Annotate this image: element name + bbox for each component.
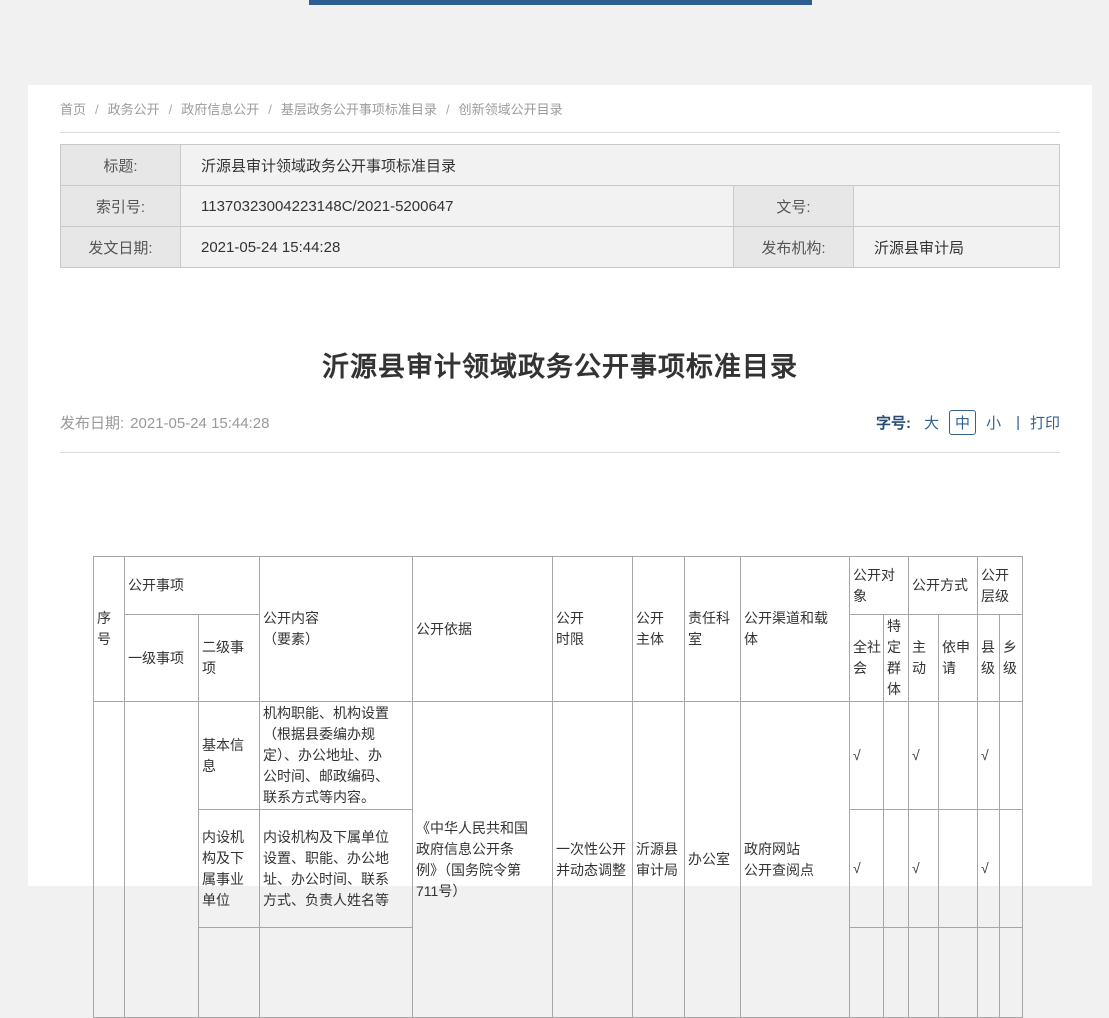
breadcrumb-xinxi[interactable]: 政府信息公开 xyxy=(181,102,259,117)
header-level: 公开 层级 xyxy=(978,557,1023,615)
cell-level2 xyxy=(199,928,260,1018)
meta-date-value: 2021-05-24 15:44:28 xyxy=(181,227,734,268)
meta-date-label: 发文日期: xyxy=(61,227,181,268)
cell-subject: 沂源县 审计局 xyxy=(633,702,685,1018)
breadcrumb-separator: / xyxy=(268,102,272,117)
header-target: 公开对 象 xyxy=(850,557,909,615)
print-button[interactable]: 打印 xyxy=(1030,412,1060,433)
meta-title-label: 标题: xyxy=(61,145,181,186)
check-cell: √ xyxy=(978,702,1000,810)
header-channel: 公开渠道和载 体 xyxy=(741,557,850,702)
cell-content xyxy=(260,928,413,1018)
header-method: 公开方式 xyxy=(909,557,978,615)
check-cell xyxy=(884,810,909,928)
meta-org-value: 沂源县审计局 xyxy=(854,227,1060,268)
cell-seq xyxy=(94,702,125,1018)
fontsize-print-divider: | xyxy=(1016,414,1020,431)
cell-level1 xyxy=(125,702,199,1018)
fontsize-small-button[interactable]: 小 xyxy=(986,412,1001,433)
fontsize-controls: 字号: 大 中 小 | 打印 xyxy=(876,410,1060,435)
breadcrumb-zhengwu[interactable]: 政务公开 xyxy=(108,102,160,117)
meta-docno-label: 文号: xyxy=(734,186,854,227)
cell-dept: 办公室 xyxy=(685,702,741,1018)
check-cell: √ xyxy=(850,702,884,810)
breadcrumb-separator: / xyxy=(169,102,173,117)
header-time-limit: 公开 时限 xyxy=(553,557,633,702)
header-subject: 公开 主体 xyxy=(633,557,685,702)
header-level-town: 乡 级 xyxy=(1000,615,1023,702)
check-cell: √ xyxy=(978,810,1000,928)
check-cell xyxy=(884,928,909,1018)
header-content: 公开内容 （要素） xyxy=(260,557,413,702)
cell-channel: 政府网站 公开查阅点 xyxy=(741,702,850,1018)
header-seq: 序 号 xyxy=(94,557,125,702)
breadcrumb-home[interactable]: 首页 xyxy=(60,102,86,117)
header-level1-item: 一级事项 xyxy=(125,615,199,702)
directory-table: 序 号 公开事项 公开内容 （要素） 公开依据 公开 时限 公开 主体 责任科 … xyxy=(93,556,1023,1018)
cell-content: 内设机构及下属单位 设置、职能、办公地 址、办公时间、联系 方式、负责人姓名等 xyxy=(260,810,413,928)
cell-level2: 内设机 构及下 属事业 单位 xyxy=(199,810,260,928)
breadcrumb-divider xyxy=(60,132,1060,133)
breadcrumb-separator: / xyxy=(446,102,450,117)
check-cell xyxy=(1000,702,1023,810)
fontsize-large-button[interactable]: 大 xyxy=(924,412,939,433)
table-row: 基本信 息 机构职能、机构设置 （根据县委编办规 定）、办公地址、办 公时间、邮… xyxy=(94,702,1023,810)
header-target-specific: 特 定 群 体 xyxy=(884,615,909,702)
header-disclosure-item: 公开事项 xyxy=(125,557,260,615)
page-title: 沂源县审计领域政务公开事项标准目录 xyxy=(60,345,1060,384)
check-cell xyxy=(978,928,1000,1018)
publish-divider xyxy=(60,452,1060,453)
header-target-all: 全社 会 xyxy=(850,615,884,702)
meta-index-value: 11370323004223148C/2021-5200647 xyxy=(181,186,734,227)
fontsize-medium-button[interactable]: 中 xyxy=(949,410,976,435)
header-level-county: 县 级 xyxy=(978,615,1000,702)
content-card: 首页 / 政务公开 / 政府信息公开 / 基层政务公开事项标准目录 / 创新领域公开目录 标题:… xyxy=(28,85,1092,886)
header-level2-item: 二级事 项 xyxy=(199,615,260,702)
cell-level2: 基本信 息 xyxy=(199,702,260,810)
meta-row-date: 发文日期: 2021-05-24 15:44:28 发布机构: 沂源县审计局 xyxy=(61,227,1060,268)
check-cell xyxy=(1000,928,1023,1018)
header-dept: 责任科 室 xyxy=(685,557,741,702)
breadcrumb-separator: / xyxy=(95,102,99,117)
publish-date-value: 2021-05-24 15:44:28 xyxy=(130,415,269,432)
cell-time-limit: 一次性公开 并动态调整 xyxy=(553,702,633,1018)
fontsize-label: 字号: xyxy=(876,412,911,433)
check-cell xyxy=(1000,810,1023,928)
publish-date-label: 发布日期: xyxy=(60,415,124,432)
breadcrumb-jiceng[interactable]: 基层政务公开事项标准目录 xyxy=(281,102,437,117)
check-cell xyxy=(884,702,909,810)
check-cell: √ xyxy=(909,702,939,810)
directory-table-wrap: 序 号 公开事项 公开内容 （要素） 公开依据 公开 时限 公开 主体 责任科 … xyxy=(60,556,1060,1018)
check-cell xyxy=(850,928,884,1018)
breadcrumb: 首页 / 政务公开 / 政府信息公开 / 基层政务公开事项标准目录 / 创新领域公开目录 xyxy=(60,85,1060,118)
breadcrumb-chuangxin[interactable]: 创新领域公开目录 xyxy=(459,102,563,117)
document-meta-table: 标题: 沂源县审计领域政务公开事项标准目录 索引号: 1137032300422… xyxy=(60,144,1060,268)
meta-row-index: 索引号: 11370323004223148C/2021-5200647 文号: xyxy=(61,186,1060,227)
check-cell xyxy=(939,702,978,810)
check-cell: √ xyxy=(909,810,939,928)
meta-org-label: 发布机构: xyxy=(734,227,854,268)
header-method-active: 主 动 xyxy=(909,615,939,702)
check-cell xyxy=(939,928,978,1018)
check-cell xyxy=(939,810,978,928)
cell-basis: 《中华人民共和国 政府信息公开条 例》（国务院令第 711号） xyxy=(413,702,553,1018)
meta-row-title: 标题: 沂源县审计领域政务公开事项标准目录 xyxy=(61,145,1060,186)
check-cell: √ xyxy=(850,810,884,928)
meta-index-label: 索引号: xyxy=(61,186,181,227)
header-method-request: 依申 请 xyxy=(939,615,978,702)
publish-row: 发布日期: 2021-05-24 15:44:28 字号: 大 中 小 | 打印 xyxy=(60,410,1060,435)
cell-content: 机构职能、机构设置 （根据县委编办规 定）、办公地址、办 公时间、邮政编码、 联… xyxy=(260,702,413,810)
header-row-1: 序 号 公开事项 公开内容 （要素） 公开依据 公开 时限 公开 主体 责任科 … xyxy=(94,557,1023,615)
publish-date-block: 发布日期: 2021-05-24 15:44:28 xyxy=(60,412,269,433)
check-cell xyxy=(909,928,939,1018)
top-nav-bar-edge xyxy=(309,0,812,5)
meta-title-value: 沂源县审计领域政务公开事项标准目录 xyxy=(181,145,1060,186)
header-basis: 公开依据 xyxy=(413,557,553,702)
meta-docno-value xyxy=(854,186,1060,227)
